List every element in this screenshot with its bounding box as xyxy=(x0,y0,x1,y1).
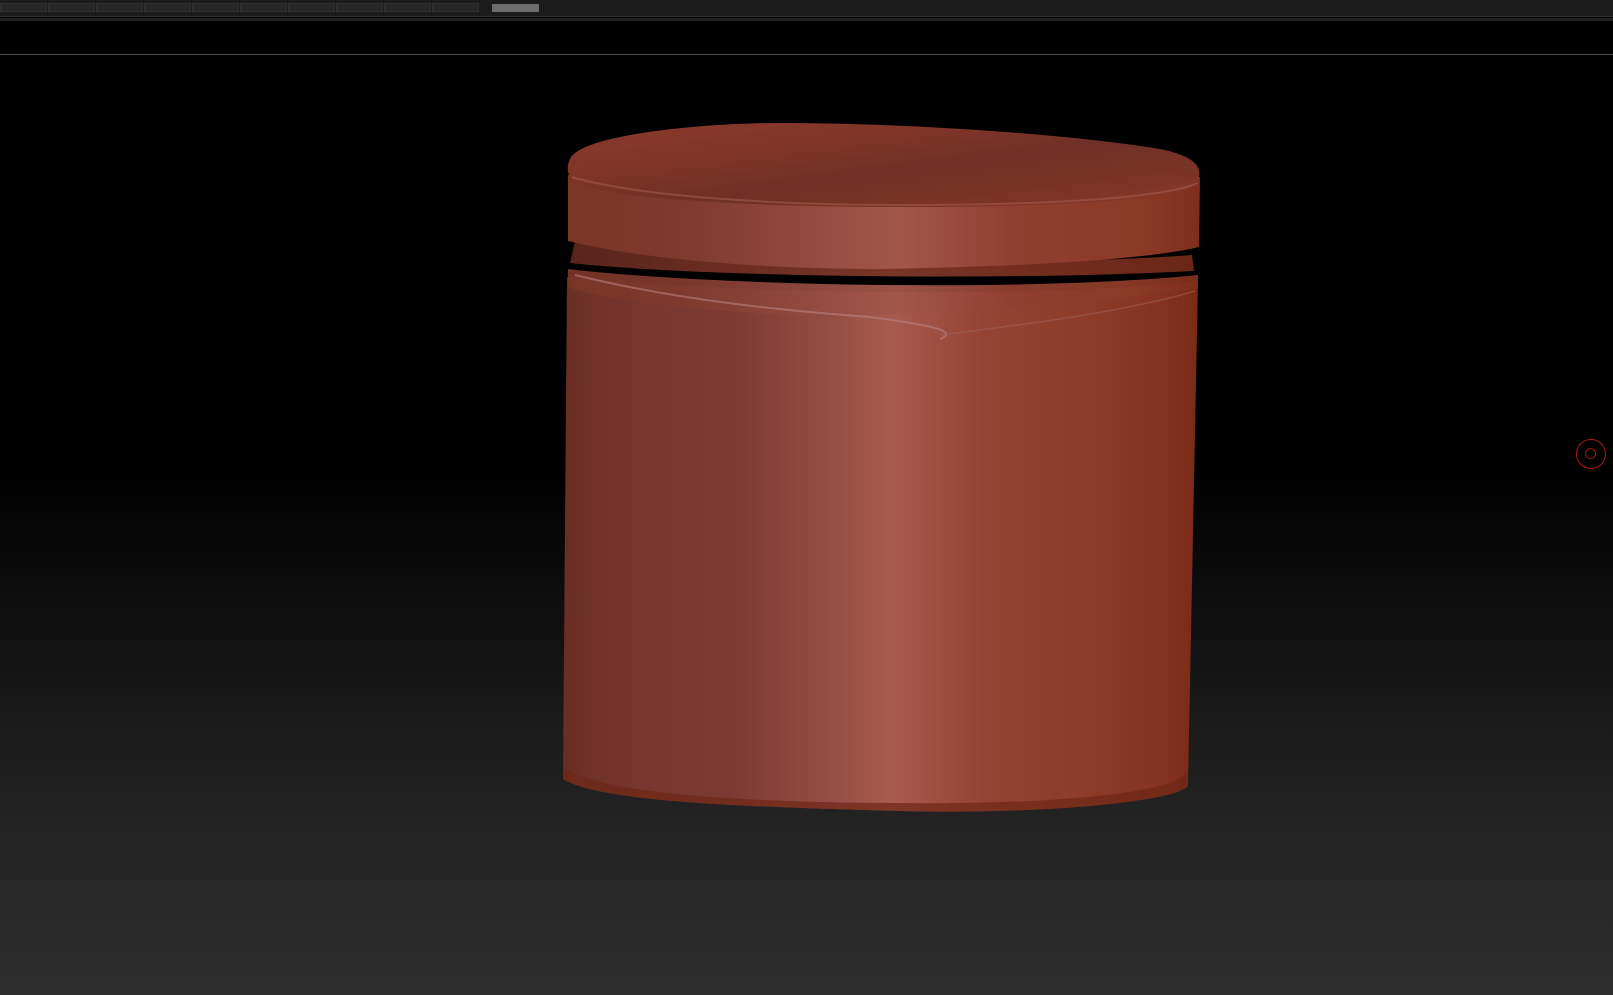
app-window xyxy=(0,0,1613,995)
tab-segment[interactable] xyxy=(384,3,431,12)
tab-segment[interactable] xyxy=(144,3,191,12)
target-center-icon xyxy=(1585,448,1596,459)
tab-segment[interactable] xyxy=(240,3,287,12)
3d-viewport[interactable] xyxy=(0,55,1613,995)
target-circle-icon[interactable] xyxy=(1576,439,1606,469)
top-tab-strip xyxy=(0,0,1613,17)
tab-segment[interactable] xyxy=(96,3,143,12)
tab-segment[interactable] xyxy=(432,3,479,12)
cylinder-model xyxy=(563,123,1200,812)
top-shelf xyxy=(0,21,1613,55)
tab-track xyxy=(0,3,490,12)
tab-segment[interactable] xyxy=(288,3,335,12)
tab-segment[interactable] xyxy=(336,3,383,12)
scrollbar-thumb[interactable] xyxy=(492,4,539,12)
tab-segment[interactable] xyxy=(192,3,239,12)
tab-segment[interactable] xyxy=(48,3,95,12)
tab-segment[interactable] xyxy=(0,3,47,12)
